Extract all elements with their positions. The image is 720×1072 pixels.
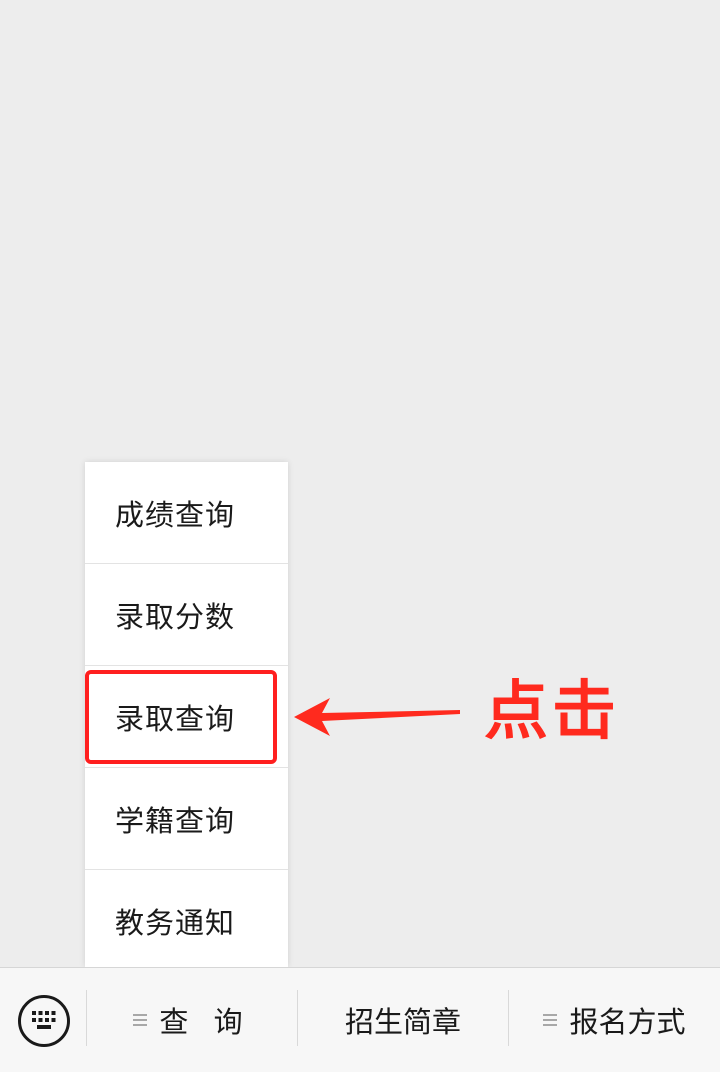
menu-button-label: 查 询 <box>159 1005 251 1039</box>
menu-button-query[interactable]: 查 询 <box>87 968 297 1072</box>
menu-bar: 查 询 招生简章 报名方式 <box>0 967 720 1072</box>
annotation-label: 点击 <box>484 675 620 749</box>
submenu-item-label: 学籍查询 <box>115 803 236 838</box>
submenu-indicator-icon <box>133 1011 148 1029</box>
arrow-left-icon <box>294 698 460 736</box>
keyboard-icon <box>32 1011 56 1029</box>
submenu-item-student-status[interactable]: 学籍查询 <box>85 768 288 869</box>
highlight-box <box>85 670 277 764</box>
submenu-item-label: 录取分数 <box>115 599 236 634</box>
submenu-item-label: 成绩查询 <box>115 497 236 532</box>
menu-button-label: 招生简章 <box>344 1005 461 1039</box>
menu-button-admission-guide[interactable]: 招生简章 <box>298 968 508 1072</box>
keyboard-toggle-button[interactable] <box>18 995 70 1047</box>
submenu-item-academic-notice[interactable]: 教务通知 <box>85 870 288 971</box>
submenu-indicator-icon <box>543 1011 558 1029</box>
menu-button-registration[interactable]: 报名方式 <box>509 968 720 1072</box>
submenu-item-score-query[interactable]: 成绩查询 <box>85 462 288 563</box>
submenu-item-label: 教务通知 <box>115 905 236 940</box>
submenu-item-admission-score[interactable]: 录取分数 <box>85 564 288 665</box>
menu-button-label: 报名方式 <box>569 1005 686 1039</box>
